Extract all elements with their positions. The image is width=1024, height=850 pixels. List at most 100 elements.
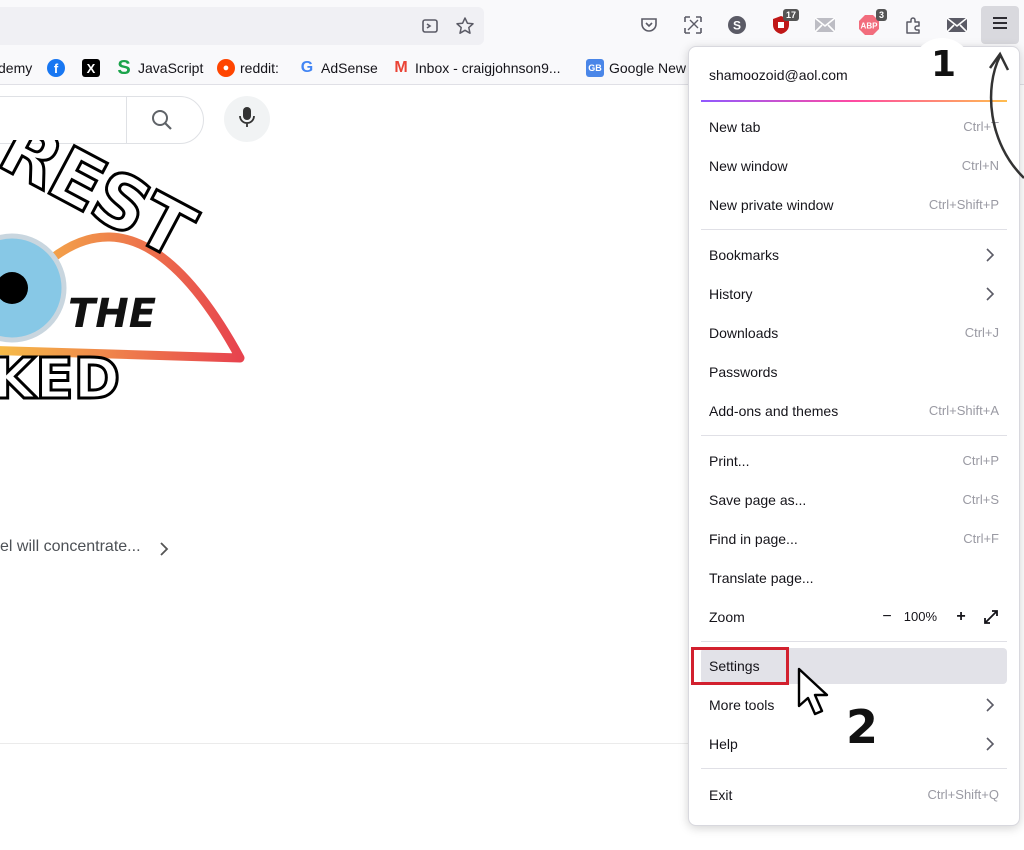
menu-item-passwords[interactable]: Passwords — [701, 354, 1007, 390]
google-g-icon: G — [300, 59, 314, 76]
hamburger-menu-icon — [991, 15, 1009, 36]
menu-item-shortcut: Ctrl+Shift+A — [928, 403, 999, 418]
logo-text-bottom: KED — [0, 347, 120, 412]
bookmark-facebook[interactable]: f — [47, 58, 70, 78]
bookmark-reddit[interactable]: ● reddit: — [217, 58, 279, 78]
menu-item-bookmarks[interactable]: Bookmarks — [701, 237, 1007, 273]
zoom-in-button[interactable]: + — [951, 607, 971, 627]
account-gradient-line — [701, 100, 1007, 102]
annotation-step2-number: 2 — [846, 700, 879, 754]
page-divider — [0, 743, 690, 744]
menu-separator — [701, 229, 1007, 230]
bookmark-label: AdSense — [321, 60, 378, 76]
reader-mode-icon[interactable] — [420, 16, 440, 36]
menu-item-label: Find in page... — [709, 531, 798, 547]
logo-text-mid: THE — [68, 291, 156, 337]
zoom-level[interactable]: 100% — [904, 609, 937, 624]
screenshot-icon[interactable] — [681, 13, 705, 37]
menu-separator — [701, 641, 1007, 642]
menu-separator — [701, 435, 1007, 436]
menu-item-shortcut: Ctrl+P — [962, 453, 999, 468]
chevron-right-icon — [985, 697, 995, 718]
fullscreen-icon[interactable] — [981, 607, 1001, 627]
menu-item-addons-themes[interactable]: Add-ons and themes Ctrl+Shift+A — [701, 393, 1007, 429]
search-icon[interactable] — [151, 109, 173, 136]
x-icon: X — [82, 59, 100, 77]
facebook-icon: f — [47, 59, 65, 77]
svg-text:ABP: ABP — [861, 22, 879, 31]
sofast-extension-icon[interactable]: S — [725, 13, 749, 37]
menu-item-label: Help — [709, 736, 738, 752]
menu-item-shortcut: Ctrl+S — [962, 492, 999, 507]
menu-item-label: Bookmarks — [709, 247, 780, 263]
menu-item-label: Exit — [709, 787, 733, 803]
annotation-step1-number: 1 — [931, 44, 957, 85]
chevron-right-icon — [985, 247, 995, 268]
extensions-puzzle-icon[interactable] — [901, 13, 925, 37]
menu-item-downloads[interactable]: Downloads Ctrl+J — [701, 315, 1007, 351]
menu-item-label: History — [709, 286, 753, 302]
hamburger-menu-button[interactable] — [981, 6, 1019, 44]
menu-item-label: Downloads — [709, 325, 779, 341]
menu-item-new-private-window[interactable]: New private window Ctrl+Shift+P — [701, 187, 1007, 223]
javascript-s-icon: S — [117, 56, 131, 79]
menu-item-print[interactable]: Print... Ctrl+P — [701, 443, 1007, 479]
ublock-badge: 17 — [782, 9, 799, 21]
bookmark-label: demy — [0, 60, 33, 76]
voice-search-button[interactable] — [224, 96, 270, 142]
menu-item-new-window[interactable]: New window Ctrl+N — [701, 148, 1007, 184]
menu-item-label: Add-ons and themes — [709, 403, 839, 419]
reddit-icon: ● — [217, 59, 235, 77]
menu-item-label: New tab — [709, 119, 761, 135]
bookmark-gmail-inbox[interactable]: M Inbox - craigjohnson9... — [392, 58, 561, 78]
bookmark-udemy[interactable]: demy — [0, 58, 32, 78]
menu-item-label: New window — [709, 158, 788, 174]
doodle-logo[interactable]: REST THE KED — [0, 103, 260, 420]
bookmark-google-news[interactable]: GB Google New — [586, 58, 686, 78]
menu-item-label: Print... — [709, 453, 750, 469]
bookmark-label: Google New — [609, 60, 687, 76]
menu-item-translate-page[interactable]: Translate page... — [701, 560, 1007, 596]
menu-item-find-in-page[interactable]: Find in page... Ctrl+F — [701, 521, 1007, 557]
menu-separator — [701, 768, 1007, 769]
url-bar[interactable] — [0, 7, 484, 45]
menu-item-label: Passwords — [709, 364, 778, 380]
ublock-extension-icon[interactable]: 17 — [769, 9, 799, 37]
google-search-input[interactable] — [0, 96, 204, 144]
menu-item-shortcut: Ctrl+Shift+Q — [927, 787, 999, 802]
menu-item-zoom: Zoom − 100% + — [701, 599, 1007, 635]
bookmark-star-icon[interactable] — [455, 16, 475, 36]
menu-item-label: More tools — [709, 697, 775, 713]
menu-item-shortcut: Ctrl+F — [963, 531, 999, 546]
browser-toolbar: S 17 ABP 3 — [0, 0, 1024, 52]
bookmark-label: JavaScript — [138, 60, 204, 76]
mail-extension-icon-2[interactable] — [945, 13, 969, 37]
menu-item-shortcut: Ctrl+J — [964, 325, 999, 340]
bookmark-x[interactable]: X — [82, 58, 105, 78]
menu-item-exit[interactable]: Exit Ctrl+Shift+Q — [701, 777, 1007, 813]
mouse-cursor-icon — [797, 667, 829, 716]
zoom-out-button[interactable]: − — [877, 607, 897, 627]
menu-item-new-tab[interactable]: New tab Ctrl+T — [701, 109, 1007, 145]
search-divider — [126, 97, 127, 143]
settings-highlight-box — [691, 647, 789, 685]
menu-item-save-page-as[interactable]: Save page as... Ctrl+S — [701, 482, 1007, 518]
bookmark-label: Inbox - craigjohnson9... — [415, 60, 561, 76]
adblock-extension-icon[interactable]: ABP 3 — [857, 9, 887, 37]
gmail-icon: M — [394, 59, 408, 76]
annotation-arrow-icon — [988, 51, 1024, 179]
bookmark-adsense[interactable]: G AdSense — [298, 58, 378, 78]
bookmark-javascript[interactable]: S JavaScript — [115, 56, 204, 79]
account-email[interactable]: shamoozoid@aol.com — [709, 67, 848, 83]
search-suggestion[interactable]: el will concentrate... — [0, 538, 141, 556]
google-news-icon: GB — [586, 59, 604, 77]
menu-item-history[interactable]: History — [701, 276, 1007, 312]
microphone-icon — [239, 106, 255, 133]
menu-item-shortcut: Ctrl+Shift+P — [928, 197, 999, 212]
mail-extension-icon[interactable] — [813, 13, 837, 37]
chevron-right-icon[interactable] — [158, 541, 170, 562]
chevron-right-icon — [985, 286, 995, 307]
pocket-icon[interactable] — [637, 13, 661, 37]
menu-item-label: New private window — [709, 197, 834, 213]
menu-item-label: Translate page... — [709, 570, 814, 586]
